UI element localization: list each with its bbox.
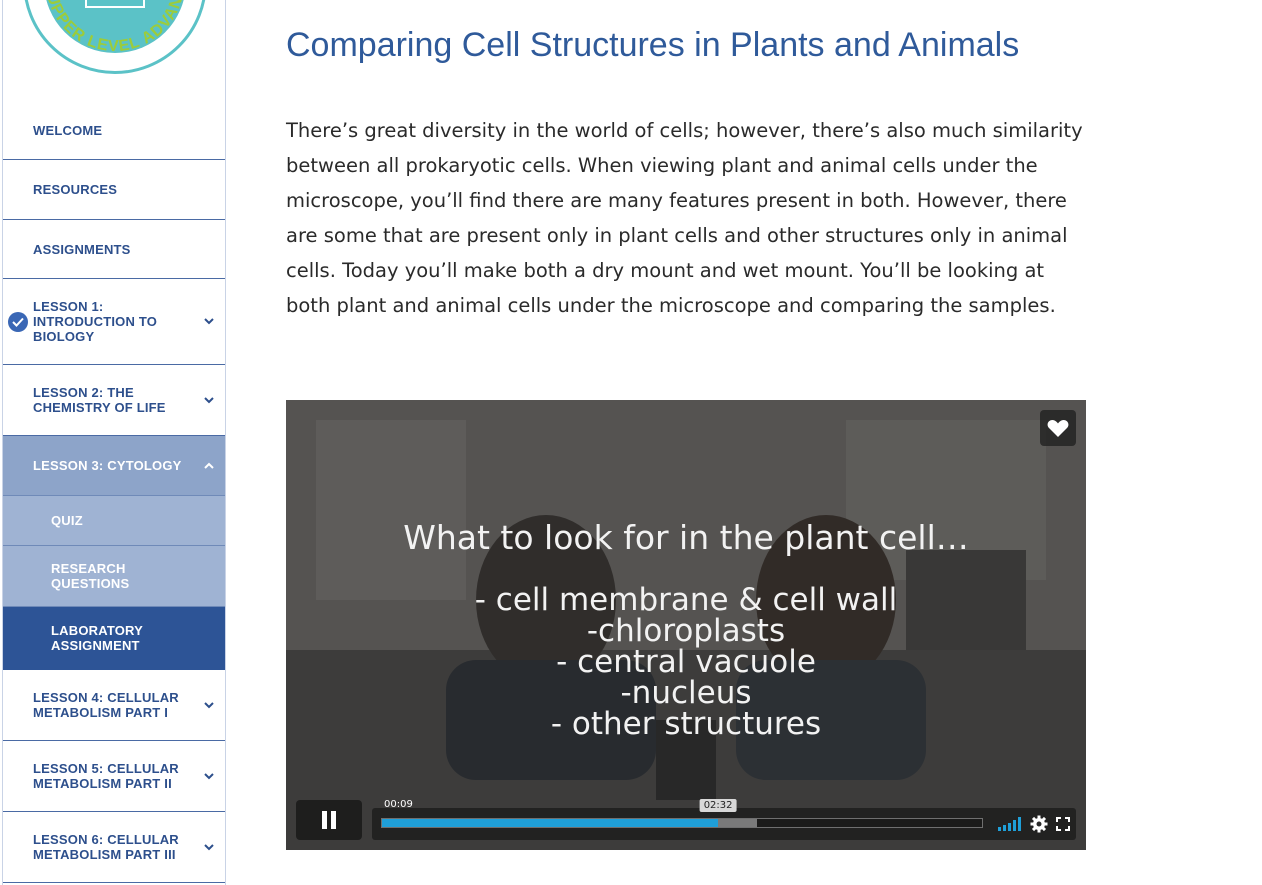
video-caption-line: - cell membrane & cell wall bbox=[474, 582, 898, 618]
video-caption-line: - other structures bbox=[550, 706, 822, 742]
fullscreen-icon[interactable] bbox=[1056, 817, 1070, 831]
sidebar-item-label: LESSON 1: INTRODUCTION TO BIOLOGY bbox=[33, 299, 158, 344]
heart-icon bbox=[1047, 419, 1069, 437]
intro-paragraph: There’s great diversity in the world of … bbox=[286, 119, 1083, 317]
chevron-down-icon[interactable] bbox=[203, 394, 215, 406]
video-player[interactable]: What to look for in the plant cell… - ce… bbox=[286, 400, 1086, 850]
current-time: 00:09 bbox=[384, 799, 413, 810]
gear-icon[interactable] bbox=[1030, 815, 1048, 833]
sidebar-item-label: LESSON 4: CELLULAR METABOLISM PART I bbox=[33, 690, 179, 720]
played-bar bbox=[382, 819, 718, 827]
check-circle-icon bbox=[8, 311, 28, 332]
pause-icon bbox=[322, 811, 336, 829]
svg-text:UPPER LEVEL ADVANCED: UPPER LEVEL ADVANCED bbox=[26, 0, 188, 55]
video-caption-line: -nucleus bbox=[620, 675, 752, 711]
sidebar-item-resources[interactable]: RESOURCES bbox=[3, 160, 225, 220]
page-title: Comparing Cell Structures in Plants and … bbox=[286, 26, 1020, 64]
sidebar-item-welcome[interactable]: WELCOME bbox=[3, 102, 225, 160]
volume-bars-icon[interactable] bbox=[998, 817, 1022, 831]
sidebar-item-label: RESOURCES bbox=[33, 182, 118, 197]
progress-bar[interactable] bbox=[381, 818, 983, 828]
sidebar-subitem-label: LABORATORY ASSIGNMENT bbox=[51, 623, 143, 653]
chevron-down-icon[interactable] bbox=[203, 770, 215, 782]
hover-time-tooltip: 02:32 bbox=[699, 799, 737, 812]
sidebar-item-label: LESSON 3: CYTOLOGY bbox=[33, 458, 182, 473]
sidebar-item-label: LESSON 6: CELLULAR METABOLISM PART III bbox=[33, 832, 179, 862]
video-caption-title: What to look for in the plant cell… bbox=[403, 518, 969, 557]
lesson-nav: WELCOME RESOURCES ASSIGNMENTS LESSON 1: … bbox=[3, 102, 225, 883]
sidebar-item-label: WELCOME bbox=[33, 123, 103, 138]
course-logo: UPPER LEVEL ADVANCED bbox=[23, 0, 207, 74]
sidebar-item-lesson-1[interactable]: LESSON 1: INTRODUCTION TO BIOLOGY bbox=[3, 279, 225, 365]
sidebar-item-assignments[interactable]: ASSIGNMENTS bbox=[3, 220, 225, 279]
sidebar-item-label: ASSIGNMENTS bbox=[33, 241, 131, 257]
sidebar-item-lesson-6[interactable]: LESSON 6: CELLULAR METABOLISM PART III bbox=[3, 812, 225, 883]
like-button[interactable] bbox=[1040, 410, 1076, 446]
sidebar-item-label: LESSON 2: THE CHEMISTRY OF LIFE bbox=[33, 385, 166, 415]
chevron-up-icon[interactable] bbox=[203, 460, 215, 472]
sidebar-subitem-label: QUIZ bbox=[51, 513, 83, 528]
chevron-down-icon[interactable] bbox=[203, 316, 215, 328]
video-controls: 00:09 02:32 bbox=[372, 799, 1076, 840]
sidebar: UPPER LEVEL ADVANCED WELCOME RESOURCES A… bbox=[2, 0, 226, 885]
logo-ring-text: UPPER LEVEL ADVANCED bbox=[26, 0, 188, 55]
sidebar-subitem-quiz[interactable]: QUIZ bbox=[3, 496, 225, 546]
sidebar-subitem-laboratory-assignment[interactable]: LABORATORY ASSIGNMENT bbox=[3, 607, 225, 670]
sidebar-item-label: LESSON 5: CELLULAR METABOLISM PART II bbox=[33, 761, 179, 791]
sidebar-item-lesson-2[interactable]: LESSON 2: THE CHEMISTRY OF LIFE bbox=[3, 365, 225, 436]
pause-button[interactable] bbox=[296, 800, 362, 840]
sidebar-item-lesson-5[interactable]: LESSON 5: CELLULAR METABOLISM PART II bbox=[3, 741, 225, 812]
sidebar-item-lesson-4[interactable]: LESSON 4: CELLULAR METABOLISM PART I bbox=[3, 670, 225, 741]
control-icons bbox=[998, 815, 1070, 833]
video-caption-line: -chloroplasts bbox=[586, 613, 786, 649]
chevron-down-icon[interactable] bbox=[203, 841, 215, 853]
sidebar-subitem-label: RESEARCH QUESTIONS bbox=[51, 561, 130, 591]
video-caption-line: - central vacuole bbox=[556, 644, 816, 680]
sidebar-subitem-research-questions[interactable]: RESEARCH QUESTIONS bbox=[3, 546, 225, 607]
sidebar-item-lesson-3[interactable]: LESSON 3: CYTOLOGY bbox=[3, 436, 225, 496]
chevron-down-icon[interactable] bbox=[203, 699, 215, 711]
